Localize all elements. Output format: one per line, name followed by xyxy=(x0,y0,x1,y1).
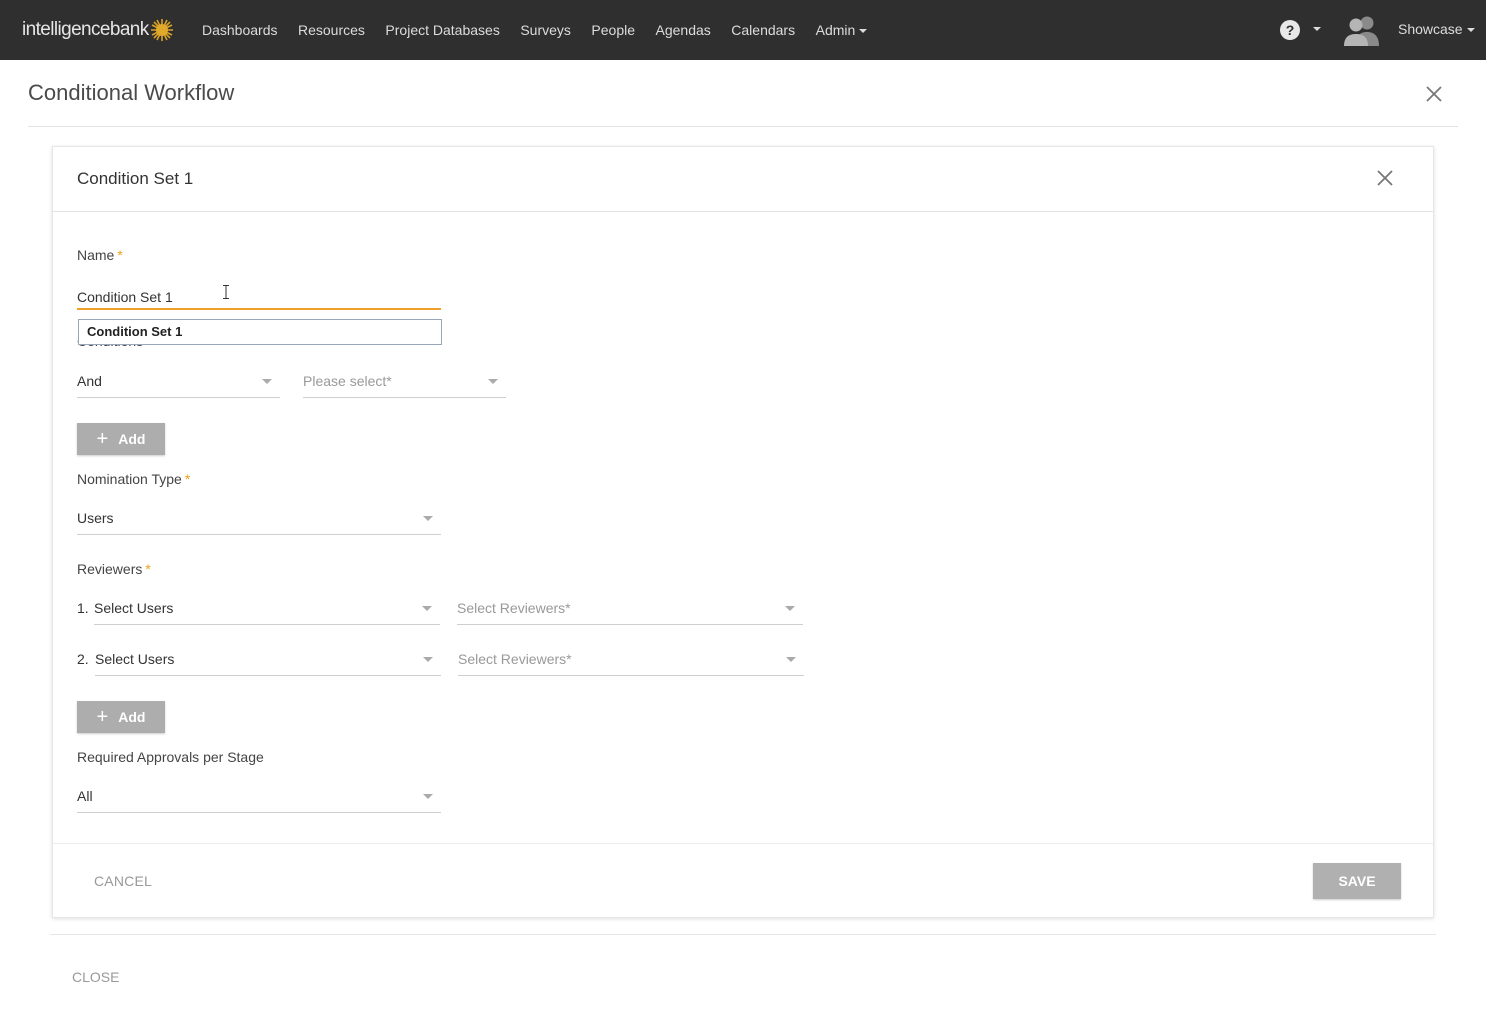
chevron-down-icon xyxy=(423,657,433,662)
condition-field-select[interactable]: Please select* xyxy=(303,373,506,398)
chevron-down-icon xyxy=(262,379,272,384)
reviewer-type-select[interactable]: Select Users xyxy=(95,651,441,676)
autocomplete-suggestion[interactable]: Condition Set 1 xyxy=(78,319,442,345)
top-navbar: intelligencebank Dashboards Resources Pr… xyxy=(0,0,1486,60)
sun-logo-icon xyxy=(150,18,174,42)
help-caret-down-icon[interactable] xyxy=(1313,27,1321,31)
nav-item-project-databases[interactable]: Project Databases xyxy=(385,22,499,38)
nav-item-surveys[interactable]: Surveys xyxy=(520,22,571,38)
name-label-text: Name xyxy=(77,247,115,263)
nav-item-dashboards[interactable]: Dashboards xyxy=(202,22,278,38)
reviewer-type-value: Select Users xyxy=(94,600,174,616)
nomination-type-label-text: Nomination Type xyxy=(77,471,182,487)
nomination-type-label: Nomination Type * xyxy=(77,471,190,487)
page-title: Conditional Workflow xyxy=(28,80,235,105)
add-reviewer-label: Add xyxy=(118,709,146,725)
close-icon[interactable] xyxy=(1374,167,1396,189)
condition-set-card: Condition Set 1 Name* Conditions Conditi… xyxy=(52,146,1434,918)
reviewer-type-select[interactable]: Select Users xyxy=(94,600,440,625)
chevron-down-icon xyxy=(786,657,796,662)
required-approvals-select[interactable]: All xyxy=(77,788,441,813)
reviewer-stage-number: 1. xyxy=(77,600,89,616)
reviewers-select[interactable]: Select Reviewers* xyxy=(457,600,803,625)
condition-field-placeholder: Please select* xyxy=(303,373,392,389)
caret-down-icon xyxy=(1466,28,1475,33)
brand-logo-text: intelligencebank xyxy=(22,19,149,40)
user-menu[interactable]: Showcase xyxy=(1398,21,1475,37)
close-icon[interactable] xyxy=(1422,82,1446,106)
add-reviewer-button[interactable]: + Add xyxy=(77,701,165,733)
condition-operator-select[interactable]: And xyxy=(77,373,280,398)
user-menu-label: Showcase xyxy=(1398,21,1463,37)
close-button[interactable]: CLOSE xyxy=(72,969,119,985)
card-header: Condition Set 1 xyxy=(53,147,1433,212)
nav-admin-label: Admin xyxy=(815,22,856,38)
divider xyxy=(28,126,1458,127)
required-mark: * xyxy=(184,471,191,487)
cancel-button[interactable]: CANCEL xyxy=(94,873,152,889)
reviewers-select[interactable]: Select Reviewers* xyxy=(458,651,804,676)
text-cursor-icon xyxy=(223,285,229,299)
add-condition-button[interactable]: + Add xyxy=(77,423,165,455)
required-approvals-value: All xyxy=(77,788,93,804)
nav-item-admin[interactable]: Admin xyxy=(816,22,868,38)
reviewer-type-value: Select Users xyxy=(95,651,175,667)
nav-item-people[interactable]: People xyxy=(591,22,635,38)
nomination-type-value: Users xyxy=(77,510,114,526)
brand-logo[interactable]: intelligencebank xyxy=(22,17,174,43)
reviewers-placeholder: Select Reviewers* xyxy=(458,651,572,667)
divider xyxy=(53,843,1433,844)
plus-icon: + xyxy=(96,706,109,728)
name-input[interactable] xyxy=(77,285,441,310)
add-condition-label: Add xyxy=(118,431,146,447)
condition-operator-value: And xyxy=(77,373,102,389)
reviewers-label-text: Reviewers xyxy=(77,561,143,577)
nav-item-agendas[interactable]: Agendas xyxy=(656,22,711,38)
plus-icon: + xyxy=(96,428,109,450)
caret-down-icon xyxy=(859,29,868,34)
chevron-down-icon xyxy=(423,516,433,521)
nav-item-resources[interactable]: Resources xyxy=(298,22,365,38)
reviewer-stage-number: 2. xyxy=(77,651,89,667)
name-label: Name * xyxy=(77,247,123,263)
divider xyxy=(50,934,1436,935)
avatar-icon[interactable] xyxy=(1343,14,1381,46)
nomination-type-select[interactable]: Users xyxy=(77,510,441,535)
card-title: Condition Set 1 xyxy=(77,169,194,188)
chevron-down-icon xyxy=(423,794,433,799)
required-mark: * xyxy=(117,247,123,263)
chevron-down-icon xyxy=(785,606,795,611)
chevron-down-icon xyxy=(488,379,498,384)
required-mark: * xyxy=(145,561,151,577)
required-approvals-label: Required Approvals per Stage xyxy=(77,749,264,765)
save-button[interactable]: SAVE xyxy=(1313,863,1401,899)
main-nav: Dashboards Resources Project Databases S… xyxy=(202,0,888,60)
reviewers-placeholder: Select Reviewers* xyxy=(457,600,571,616)
nav-item-calendars[interactable]: Calendars xyxy=(731,22,795,38)
help-icon[interactable]: ? xyxy=(1280,20,1300,40)
chevron-down-icon xyxy=(422,606,432,611)
reviewers-label: Reviewers * xyxy=(77,561,151,577)
